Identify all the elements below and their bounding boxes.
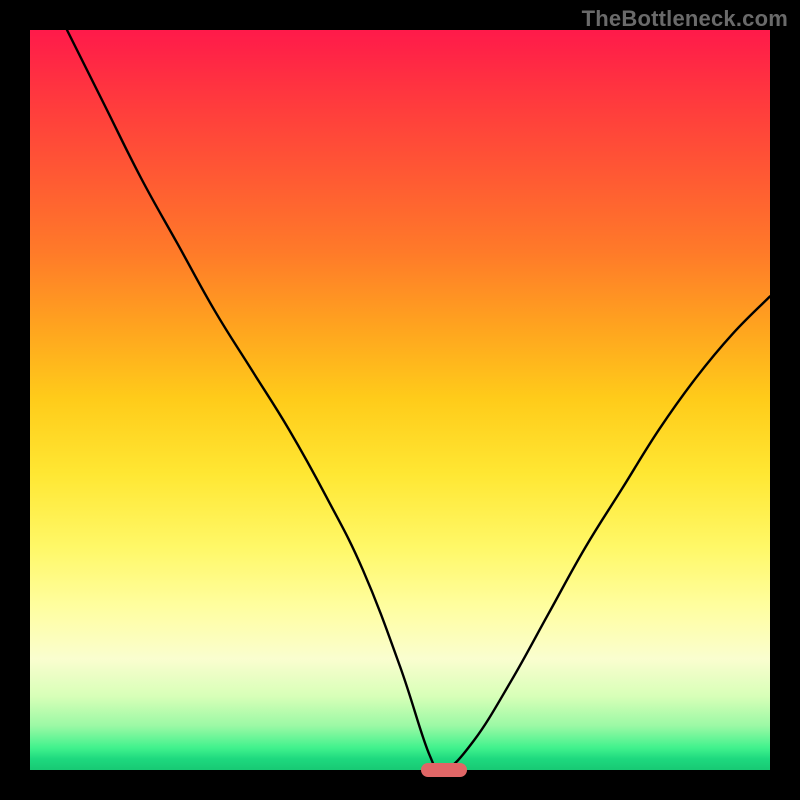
bottleneck-curve	[67, 30, 770, 772]
plot-area	[30, 30, 770, 770]
watermark-text: TheBottleneck.com	[582, 6, 788, 32]
curve-svg	[30, 30, 770, 770]
chart-frame: TheBottleneck.com	[0, 0, 800, 800]
optimum-marker	[421, 763, 467, 777]
